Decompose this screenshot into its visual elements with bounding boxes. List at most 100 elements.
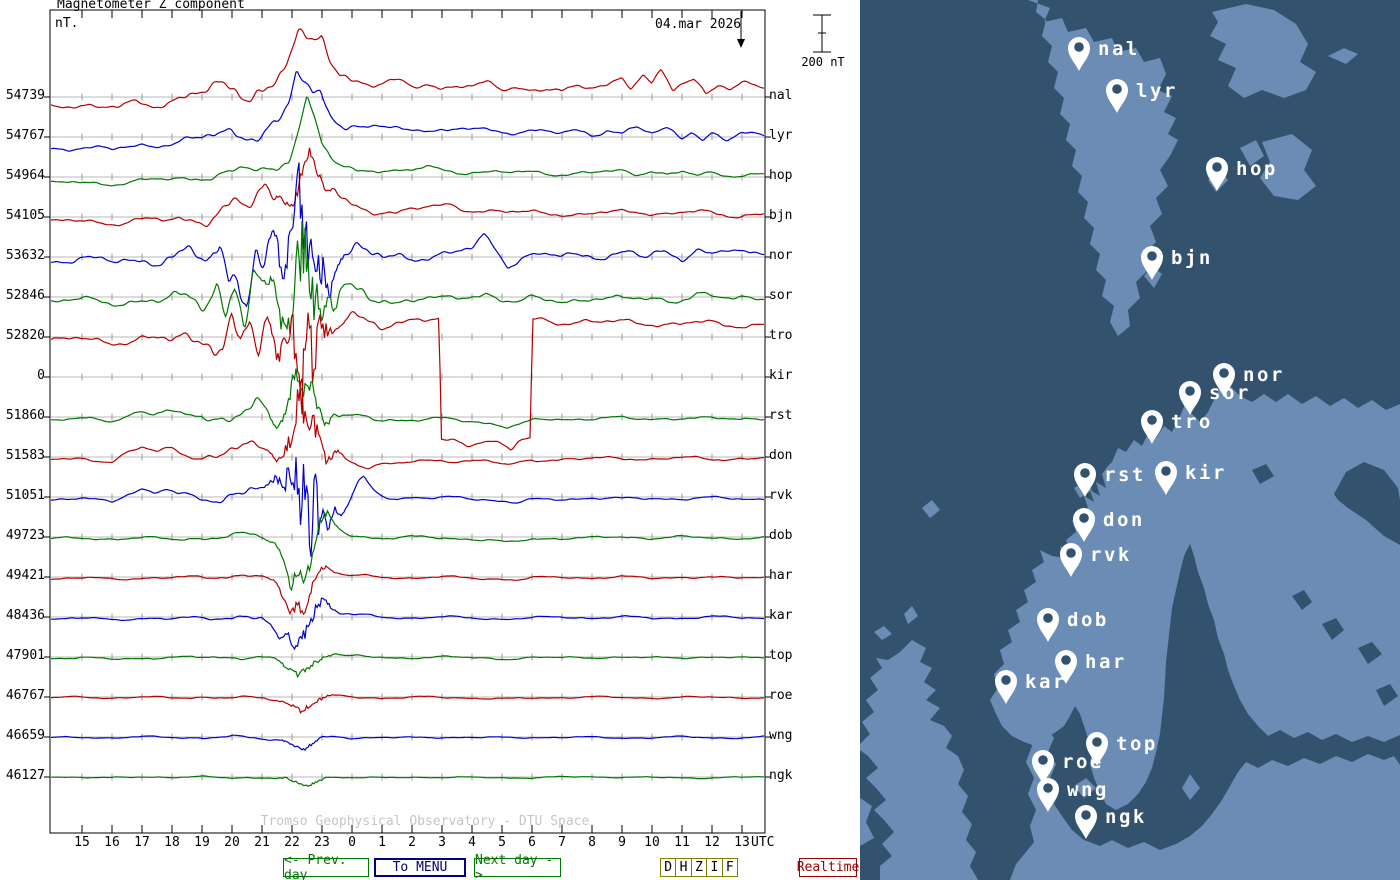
map-pin-label-lyr: lyr xyxy=(1136,80,1178,102)
y-axis-value-dob: 49723 xyxy=(5,528,45,543)
map-pin-label-kar: kar xyxy=(1025,671,1067,693)
trace-kar xyxy=(51,597,764,651)
pin-hole xyxy=(1080,468,1090,478)
pin-hole xyxy=(1066,548,1076,558)
component-button-D[interactable]: D xyxy=(661,859,677,876)
x-axis-hour-17: 17 xyxy=(134,835,150,850)
y-axis-value-sor: 52846 xyxy=(5,288,45,303)
map-pin-label-ngk: ngk xyxy=(1105,806,1147,828)
map-pin-label-top: top xyxy=(1116,733,1158,755)
realtime-button[interactable]: Realtime xyxy=(797,858,859,877)
map-pin-label-nal: nal xyxy=(1098,38,1140,60)
pin-hole xyxy=(1147,251,1157,261)
component-button-I[interactable]: I xyxy=(707,859,723,876)
trace-nor xyxy=(51,162,764,308)
trace-nal xyxy=(51,28,764,109)
x-axis-hour-3: 3 xyxy=(438,835,446,850)
station-label-har: har xyxy=(769,568,793,583)
x-axis-hour-15: 15 xyxy=(74,835,90,850)
observatory-credit: Tromso Geophysical Observatory - DTU Spa… xyxy=(260,814,590,829)
x-axis-hour-20: 20 xyxy=(224,835,240,850)
x-axis-hour-23: 23 xyxy=(314,835,330,850)
component-button-H[interactable]: H xyxy=(676,859,692,876)
trace-hop xyxy=(51,96,764,187)
magnetometer-app: Magnetometer Z component nT. 04.mar 2026… xyxy=(0,0,1400,880)
component-button-Z[interactable]: Z xyxy=(692,859,708,876)
trace-sor xyxy=(51,220,764,335)
trace-ngk xyxy=(51,775,764,788)
station-label-rvk: rvk xyxy=(769,488,793,503)
pin-hole xyxy=(1043,783,1053,793)
map-pin-label-sor: sor xyxy=(1209,382,1251,404)
station-label-tro: tro xyxy=(769,328,793,343)
pin-hole xyxy=(1147,415,1157,425)
y-axis-value-rst: 51860 xyxy=(5,408,45,423)
y-axis-value-nal: 54739 xyxy=(5,88,45,103)
pin-hole xyxy=(1219,368,1229,378)
x-axis-hour-2: 2 xyxy=(408,835,416,850)
pin-hole xyxy=(1061,655,1071,665)
map-pin-label-dob: dob xyxy=(1067,609,1109,631)
y-axis-value-wng: 46659 xyxy=(5,728,45,743)
station-label-rst: rst xyxy=(769,408,793,423)
station-label-nal: nal xyxy=(769,88,793,103)
x-axis-hour-9: 9 xyxy=(618,835,626,850)
station-label-nor: nor xyxy=(769,248,793,263)
x-axis-hour-4: 4 xyxy=(468,835,476,850)
station-label-top: top xyxy=(769,648,793,663)
station-label-bjn: bjn xyxy=(769,208,793,223)
y-axis-value-top: 47901 xyxy=(5,648,45,663)
pin-hole xyxy=(1092,737,1102,747)
x-axis-hour-6: 6 xyxy=(528,835,536,850)
x-axis-hour-22: 22 xyxy=(284,835,300,850)
map-pin-label-kir: kir xyxy=(1185,462,1227,484)
magnetogram-panel: Magnetometer Z component nT. 04.mar 2026… xyxy=(0,0,860,880)
x-axis-hour-21: 21 xyxy=(254,835,270,850)
prev-day-button[interactable]: <- Prev. day xyxy=(283,853,369,880)
map-pin-label-roe: roe xyxy=(1062,751,1104,773)
x-axis-hour-18: 18 xyxy=(164,835,180,850)
page-title: Magnetometer Z component xyxy=(57,0,245,12)
y-axis-value-ngk: 46127 xyxy=(5,768,45,783)
y-axis-value-don: 51583 xyxy=(5,448,45,463)
magnetogram-plot xyxy=(44,9,831,834)
map-pin-label-har: har xyxy=(1085,651,1127,673)
map-pin-label-wng: wng xyxy=(1067,779,1109,801)
trace-tro xyxy=(51,310,764,451)
station-label-wng: wng xyxy=(769,728,793,743)
map-pin-label-rst: rst xyxy=(1104,464,1146,486)
y-axis-value-kir: 0 xyxy=(37,368,45,383)
pin-hole xyxy=(1212,162,1222,172)
component-selector: DHZIF xyxy=(660,858,738,877)
y-axis-value-har: 49421 xyxy=(5,568,45,583)
map-pin-label-bjn: bjn xyxy=(1171,247,1213,269)
next-day-button[interactable]: Next day -> xyxy=(474,853,561,880)
y-axis-value-nor: 53632 xyxy=(5,248,45,263)
pin-hole xyxy=(1185,386,1195,396)
trace-don xyxy=(51,378,764,470)
x-axis-hour-10: 10 xyxy=(644,835,660,850)
trace-har xyxy=(51,565,764,616)
y-unit-label: nT. xyxy=(55,16,79,31)
station-label-lyr: lyr xyxy=(769,128,793,143)
date-label: 04.mar 2026 xyxy=(655,17,742,32)
pin-hole xyxy=(1074,42,1084,52)
station-label-dob: dob xyxy=(769,528,793,543)
pin-hole xyxy=(1081,810,1091,820)
station-label-don: don xyxy=(769,448,793,463)
y-axis-value-kar: 48436 xyxy=(5,608,45,623)
x-axis-hour-0: 0 xyxy=(348,835,356,850)
x-axis-hour-8: 8 xyxy=(588,835,596,850)
to-menu-button[interactable]: To MENU xyxy=(374,858,466,877)
x-axis-hour-13: 13 xyxy=(734,835,750,850)
y-axis-value-hop: 54964 xyxy=(5,168,45,183)
pin-hole xyxy=(1043,613,1053,623)
station-map-panel: nal lyr hop bjn nor sor tro rst kir don rvk dob har k… xyxy=(860,0,1400,880)
x-axis-hour-12: 12 xyxy=(704,835,720,850)
x-axis-hour-16: 16 xyxy=(104,835,120,850)
scale-bar-label: 200 nT xyxy=(801,55,845,69)
trace-bjn xyxy=(51,147,764,228)
y-axis-value-rvk: 51051 xyxy=(5,488,45,503)
plot-border xyxy=(49,9,766,834)
component-button-F[interactable]: F xyxy=(723,859,737,876)
